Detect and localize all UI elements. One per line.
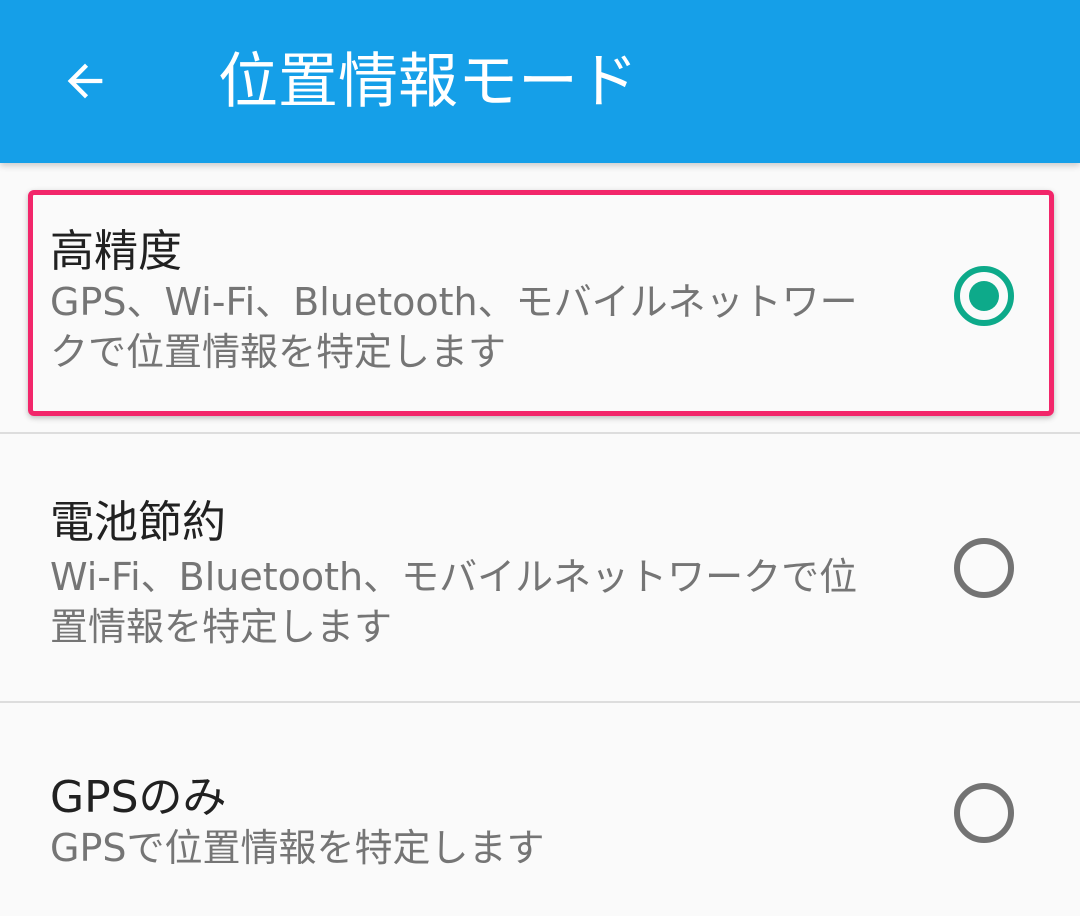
option-summary: GPSで位置情報を特定します: [50, 826, 545, 870]
page-title: 位置情報モード: [218, 47, 638, 117]
option-summary: GPS、Wi-Fi、Bluetooth、モバイルネットワークで位置情報を特定しま…: [50, 280, 858, 374]
radio-dot: [969, 281, 999, 311]
radio-button[interactable]: [954, 783, 1014, 843]
option-battery-saving[interactable]: 電池節約 Wi-Fi、Bluetooth、モバイルネットワークで位置情報を特定し…: [0, 434, 1080, 702]
option-title: GPSのみ: [50, 772, 227, 823]
option-title: 高精度: [50, 226, 182, 277]
option-gps-only[interactable]: GPSのみ GPSで位置情報を特定します: [0, 703, 1080, 916]
arrow-back-icon: [67, 63, 103, 99]
radio-button[interactable]: [954, 538, 1014, 598]
radio-button-selected[interactable]: [954, 266, 1014, 326]
option-title: 電池節約: [50, 497, 226, 548]
option-summary: Wi-Fi、Bluetooth、モバイルネットワークで位置情報を特定します: [50, 555, 858, 649]
back-button[interactable]: [40, 36, 130, 126]
app-bar: 位置情報モード: [0, 0, 1080, 163]
option-high-accuracy[interactable]: 高精度 GPS、Wi-Fi、Bluetooth、モバイルネットワークで位置情報を…: [0, 163, 1080, 433]
